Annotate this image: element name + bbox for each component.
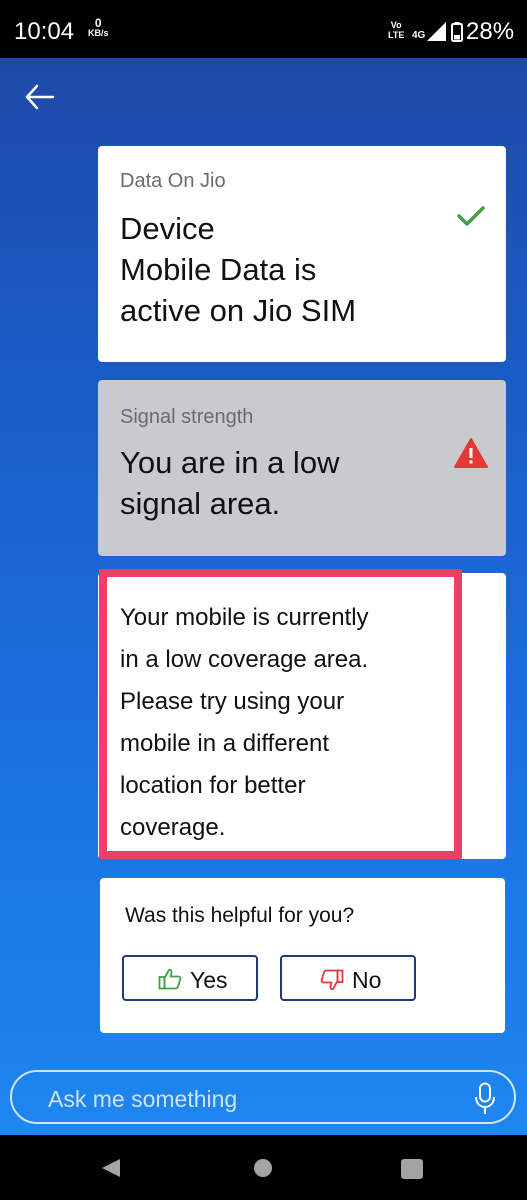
network-speed-unit: KB/s [88, 28, 109, 38]
signal-card-title-line: signal area. [120, 486, 281, 521]
signal-card-caption: Signal strength [120, 406, 254, 428]
no-button[interactable]: No [280, 955, 416, 1001]
yes-button[interactable]: Yes [122, 955, 258, 1001]
volte-indicator: Vo LTE [388, 20, 404, 40]
yes-label: Yes [190, 967, 228, 993]
volte-bottom: LTE [388, 30, 405, 40]
ask-placeholder: Ask me something [48, 1086, 238, 1112]
navigation-bar [0, 1135, 527, 1200]
battery-icon [451, 22, 463, 42]
data-status-card: Data On Jio Device Mobile Data is active… [98, 146, 506, 362]
coverage-message-card: Your mobile is currently in a low covera… [99, 569, 462, 859]
coverage-message-line: Please try using your [120, 688, 345, 715]
thumbs-up-icon [158, 969, 182, 990]
volte-top: Vo [390, 20, 402, 30]
coverage-message-line: coverage. [120, 814, 226, 841]
microphone-icon[interactable] [474, 1082, 496, 1116]
feedback-question: Was this helpful for you? [125, 904, 355, 927]
network-speed-value: 0 [94, 16, 102, 30]
no-label: No [352, 967, 382, 993]
data-card-caption: Data On Jio [120, 170, 226, 192]
ask-input[interactable]: Ask me something [10, 1070, 516, 1124]
nav-recents-icon[interactable] [401, 1159, 423, 1179]
data-card-title-line: active on Jio SIM [120, 293, 357, 328]
nav-back-icon[interactable] [100, 1157, 122, 1179]
check-icon [457, 206, 485, 226]
signal-card-title-line: You are in a low [120, 445, 340, 480]
nav-home-icon[interactable] [254, 1159, 272, 1177]
thumbs-down-icon [320, 969, 344, 990]
signal-card-title: You are in a low signal area. [120, 442, 339, 524]
data-card-title-line: Device [120, 211, 215, 246]
status-time: 10:04 [14, 18, 75, 45]
coverage-message-line: mobile in a different [120, 730, 330, 757]
coverage-message: Your mobile is currently in a low covera… [120, 597, 450, 849]
signal-icon [427, 22, 446, 41]
data-card-title: Device Mobile Data is active on Jio SIM [120, 208, 356, 331]
warning-icon [454, 438, 488, 468]
network-speed: 0 KB/s [88, 16, 109, 38]
data-card-title-line: Mobile Data is [120, 252, 317, 287]
status-bar: 10:04 0 KB/s Vo LTE 4G 28% [0, 0, 527, 58]
coverage-message-line: in a low coverage area. [120, 646, 369, 673]
coverage-message-line: location for better [120, 772, 306, 799]
network-type: 4G [412, 30, 426, 41]
feedback-card: Was this helpful for you? Yes No [100, 878, 505, 1033]
battery-percent: 28% [466, 18, 515, 45]
coverage-message-line: Your mobile is currently [120, 604, 369, 631]
back-arrow-icon[interactable] [22, 82, 58, 112]
support-screen: Data On Jio Device Mobile Data is active… [0, 58, 527, 1135]
signal-strength-card: Signal strength You are in a low signal … [98, 380, 506, 556]
